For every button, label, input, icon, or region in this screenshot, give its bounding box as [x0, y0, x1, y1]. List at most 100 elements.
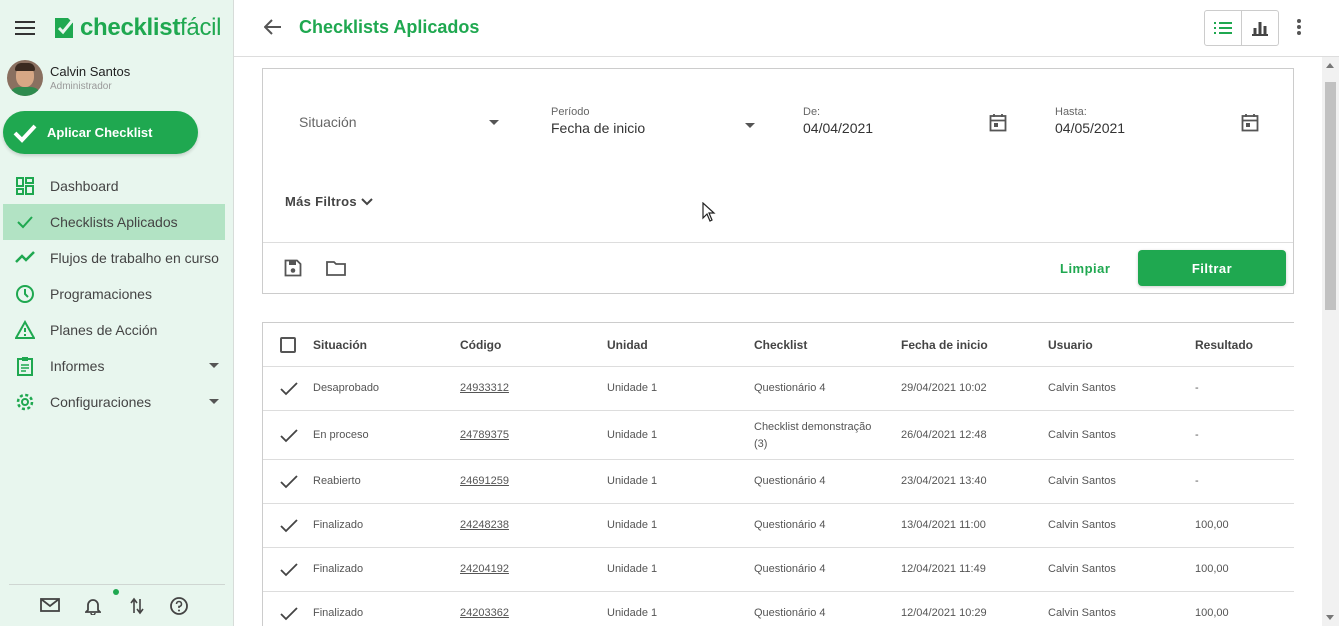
date-to-field[interactable]: Hasta: 04/05/2021	[1055, 106, 1125, 136]
filter-button[interactable]: Filtrar	[1138, 250, 1286, 286]
periodo-select[interactable]: Período Fecha de inicio	[551, 106, 645, 136]
scrollbar[interactable]	[1322, 57, 1339, 626]
table-row[interactable]: Finalizado 24248238 Unidade 1 Questionário …	[263, 504, 1294, 548]
sidebar-item-configuraciones[interactable]: Configuraciones	[3, 384, 225, 420]
table-row[interactable]: En proceso 24789375 Unidade 1 Checklist dem…	[263, 411, 1294, 460]
sidebar-item-checklists-aplicados[interactable]: Checklists Aplicados	[3, 204, 225, 240]
checklists-table: Situación Código Unidad Checklist Fecha …	[262, 322, 1294, 626]
chart-view-button[interactable]	[1242, 11, 1279, 45]
cell-fecha: 23/04/2021 13:40	[901, 475, 987, 487]
more-options-icon[interactable]	[1296, 18, 1302, 36]
check-icon[interactable]	[280, 563, 298, 577]
select-all-checkbox[interactable]	[280, 337, 296, 353]
help-icon[interactable]	[170, 597, 188, 615]
sidebar-item-planes[interactable]: Planes de Acción	[3, 312, 225, 348]
logo-text: checklistfácil	[80, 14, 222, 41]
check-icon[interactable]	[280, 519, 298, 533]
column-header-usuario[interactable]: Usuario	[1048, 338, 1093, 352]
cell-codigo[interactable]: 24933312	[460, 380, 509, 397]
cell-unidad: Unidade 1	[607, 519, 658, 531]
sidebar-item-dashboard[interactable]: Dashboard	[3, 168, 225, 204]
divider	[263, 242, 1293, 243]
scroll-up-arrow[interactable]	[1326, 63, 1334, 68]
user-profile[interactable]: Calvin Santos Administrador	[7, 60, 130, 96]
column-header-situacion[interactable]: Situación	[313, 338, 367, 352]
table-row[interactable]: Reabierto 24691259 Unidade 1 Questionário 4…	[263, 460, 1294, 504]
check-icon[interactable]	[280, 607, 298, 621]
apply-checklist-button[interactable]: Aplicar Checklist	[3, 111, 198, 154]
table-row[interactable]: Finalizado 24203362 Unidade 1 Questionário …	[263, 592, 1294, 626]
cell-usuario: Calvin Santos	[1048, 563, 1116, 575]
sidebar-footer	[9, 584, 225, 626]
list-view-button[interactable]	[1205, 11, 1242, 45]
cell-situacion: Reabierto	[313, 475, 361, 487]
notification-badge	[113, 589, 119, 595]
column-header-fecha[interactable]: Fecha de inicio	[901, 338, 988, 352]
more-filters-label: Más Filtros	[285, 194, 357, 209]
chevron-down-icon[interactable]	[489, 120, 499, 125]
cell-codigo[interactable]: 24789375	[460, 427, 509, 444]
save-icon[interactable]	[284, 259, 302, 277]
column-header-resultado[interactable]: Resultado	[1195, 338, 1253, 352]
check-icon[interactable]	[280, 475, 298, 489]
sync-arrows-icon[interactable]	[130, 597, 144, 615]
chevron-down-icon	[209, 399, 219, 404]
sidebar-item-flujos[interactable]: Flujos de trabalho en curso	[3, 240, 225, 276]
cell-codigo[interactable]: 24248238	[460, 517, 509, 534]
cell-checklist: Questionário 4	[754, 382, 826, 394]
mail-icon[interactable]	[40, 597, 60, 613]
bell-icon[interactable]	[85, 597, 101, 615]
sidebar-item-label: Flujos de trabalho en curso	[50, 250, 219, 266]
bar-chart-icon	[1251, 22, 1268, 36]
column-header-unidad[interactable]: Unidad	[607, 338, 648, 352]
cell-usuario: Calvin Santos	[1048, 607, 1116, 619]
check-icon[interactable]	[280, 382, 298, 396]
date-from-value: 04/04/2021	[803, 120, 874, 136]
cell-fecha: 13/04/2021 11:00	[901, 519, 986, 531]
cell-codigo[interactable]: 24204192	[460, 561, 509, 578]
table-row[interactable]: Desaprobado 24933312 Unidade 1 Questionário…	[263, 367, 1294, 411]
cell-codigo[interactable]: 24691259	[460, 473, 509, 490]
sidebar-item-programaciones[interactable]: Programaciones	[3, 276, 225, 312]
cell-checklist: Checklist demonstração (3)	[754, 419, 871, 453]
clipboard-icon	[17, 357, 33, 376]
cell-codigo[interactable]: 24203362	[460, 605, 509, 622]
clock-icon	[16, 285, 34, 303]
cell-checklist-line1: Checklist demonstração	[754, 420, 872, 433]
table-row[interactable]: Finalizado 24204192 Unidade 1 Questionário …	[263, 548, 1294, 592]
cell-unidad: Unidade 1	[607, 475, 658, 487]
more-filters-toggle[interactable]: Más Filtros	[285, 194, 373, 209]
date-from-field[interactable]: De: 04/04/2021	[803, 106, 873, 136]
cell-usuario: Calvin Santos	[1048, 475, 1116, 487]
scroll-thumb[interactable]	[1325, 82, 1336, 310]
sidebar-nav: Dashboard Checklists Aplicados Flujos de…	[3, 168, 225, 420]
cell-usuario: Calvin Santos	[1048, 428, 1116, 441]
date-to-value: 04/05/2021	[1055, 120, 1126, 136]
calendar-icon[interactable]	[1241, 113, 1259, 132]
situacion-select[interactable]: Situación	[299, 114, 357, 130]
folder-icon[interactable]	[326, 260, 346, 276]
column-header-checklist[interactable]: Checklist	[754, 338, 807, 352]
calendar-icon[interactable]	[989, 113, 1007, 132]
date-from-label: De:	[803, 106, 821, 118]
cell-resultado: -	[1195, 475, 1199, 487]
dashboard-icon	[16, 177, 34, 195]
sidebar-item-label: Checklists Aplicados	[50, 214, 178, 230]
sidebar-item-informes[interactable]: Informes	[3, 348, 225, 384]
cell-checklist-line2: (3)	[754, 437, 768, 450]
cell-resultado: 100,00	[1195, 563, 1229, 575]
cell-resultado: 100,00	[1195, 519, 1229, 531]
sidebar: checklistfácil Calvin Santos Administrad…	[0, 0, 234, 626]
clear-button[interactable]: Limpiar	[1060, 261, 1110, 276]
avatar	[7, 60, 43, 96]
menu-icon[interactable]	[15, 21, 35, 37]
column-header-codigo[interactable]: Código	[460, 338, 501, 352]
chevron-down-icon	[209, 363, 219, 368]
scroll-down-arrow[interactable]	[1326, 615, 1334, 620]
sidebar-item-label: Planes de Acción	[50, 322, 158, 338]
chevron-down-icon[interactable]	[745, 123, 755, 128]
cell-fecha: 29/04/2021 10:02	[901, 382, 987, 394]
check-icon[interactable]	[280, 428, 298, 443]
cell-unidad: Unidade 1	[607, 607, 658, 619]
back-arrow-icon[interactable]	[264, 18, 282, 36]
